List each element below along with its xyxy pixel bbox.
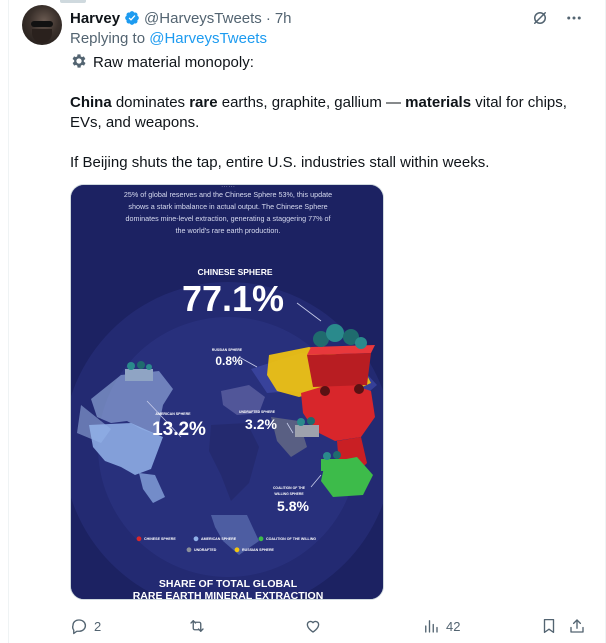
views-button[interactable]: 42	[422, 615, 460, 637]
footer-line-1: SHARE OF TOTAL GLOBAL	[159, 578, 298, 590]
tweet-line-3: EVs, and weapons.	[70, 114, 200, 131]
legend-label: RUSSIAN SPHERE	[242, 548, 275, 552]
like-button[interactable]	[304, 615, 328, 637]
tweet-header: Harvey @HarveysTweets · 7h	[70, 8, 292, 28]
verified-badge-icon[interactable]	[124, 10, 140, 26]
value-chinese-sphere: 77.1%	[182, 278, 284, 319]
tweet-image[interactable]: …… 25% of global reserves and the Chines…	[70, 184, 384, 600]
label-coalition-1: COALITION OF THE	[273, 486, 306, 490]
views-icon	[425, 620, 438, 633]
reply-to-link[interactable]: @HarveysTweets	[149, 30, 267, 47]
footer-line-2: RARE EARTH MINERAL EXTRACTION	[133, 590, 324, 600]
avatar-beard	[32, 29, 52, 43]
tweet-line-1-text: Raw material monopoly:	[93, 54, 254, 71]
intro-line-1: 25% of global reserves and the Chinese S…	[124, 190, 332, 199]
reply-button[interactable]: 2	[70, 615, 101, 637]
tweet-line-2: China dominates rare earths, graphite, g…	[70, 93, 590, 113]
value-coalition: 5.8%	[277, 498, 309, 514]
tweet-text-span: dominates	[111, 94, 190, 111]
tweet-text: Raw material monopoly: China dominates r…	[70, 52, 590, 173]
author-name[interactable]: Harvey	[70, 10, 120, 27]
value-russian-sphere: 0.8%	[215, 354, 243, 368]
timestamp[interactable]: 7h	[275, 10, 292, 27]
retweet-button[interactable]	[188, 615, 212, 637]
legend-swatch	[186, 547, 192, 553]
share-icon	[570, 619, 584, 633]
intro-line-4: the world's rare earth production.	[176, 226, 281, 235]
legend-swatch	[258, 536, 264, 542]
label-russian-sphere: RUSSIAN SPHERE	[212, 348, 243, 352]
tweet-line-1: Raw material monopoly:	[70, 52, 590, 73]
label-coalition-2: WILLING SPHERE	[274, 492, 304, 496]
tweet-text-span: vital for chips,	[471, 94, 567, 111]
tweet-word-materials: materials	[405, 94, 472, 111]
intro-line-3: dominates mine-level extraction, generat…	[126, 214, 331, 223]
tweet-line-4: If Beijing shuts the tap, entire U.S. in…	[70, 154, 490, 171]
value-undrafted-sphere: 3.2%	[245, 416, 277, 432]
author-handle[interactable]: @HarveysTweets	[144, 10, 262, 27]
tweet-text-span: earths, graphite, gallium —	[217, 94, 406, 111]
value-american-sphere: 13.2%	[152, 419, 206, 440]
tweet-word-china: China	[70, 94, 112, 111]
infographic: …… 25% of global reserves and the Chines…	[71, 185, 383, 600]
share-button[interactable]	[568, 615, 586, 637]
intro-line-2: shows a stark imbalance in actual output…	[128, 202, 327, 211]
retweet-icon	[190, 620, 204, 632]
reply-count: 2	[94, 618, 102, 634]
thread-line	[60, 0, 86, 3]
gear-icon	[72, 54, 86, 68]
top-actions	[530, 8, 584, 28]
tweet-actions: 2 42	[70, 615, 590, 637]
legend-label: CHINESE SPHERE	[144, 537, 176, 541]
heart-icon	[306, 620, 320, 633]
legend-label: AMERICAN SPHERE	[201, 537, 237, 541]
replying-to: Replying to @HarveysTweets	[70, 30, 267, 47]
avatar-glasses	[31, 21, 53, 27]
reply-prefix: Replying to	[70, 30, 146, 47]
legend-label: COALITION OF THE WILLING	[266, 537, 316, 541]
legend-swatch	[193, 536, 199, 542]
svg-text:……: ……	[221, 185, 235, 189]
bookmark-icon	[543, 618, 555, 634]
label-undrafted-sphere: UNDRAFTED SPHERE	[239, 410, 276, 414]
grok-icon[interactable]	[530, 8, 550, 28]
tweet-word-rare: rare	[189, 94, 218, 111]
legend-label: UNDRAFTED	[194, 548, 217, 552]
avatar[interactable]	[22, 5, 62, 45]
more-options-icon[interactable]	[564, 8, 584, 28]
legend-swatch	[234, 547, 240, 553]
reply-icon	[72, 619, 87, 635]
label-american-sphere: AMERICAN SPHERE	[155, 412, 191, 416]
view-count: 42	[446, 618, 461, 634]
label-chinese-sphere: CHINESE SPHERE	[197, 267, 272, 277]
separator-dot: ·	[265, 9, 271, 27]
legend-swatch	[136, 536, 142, 542]
bookmark-button[interactable]	[540, 615, 558, 637]
